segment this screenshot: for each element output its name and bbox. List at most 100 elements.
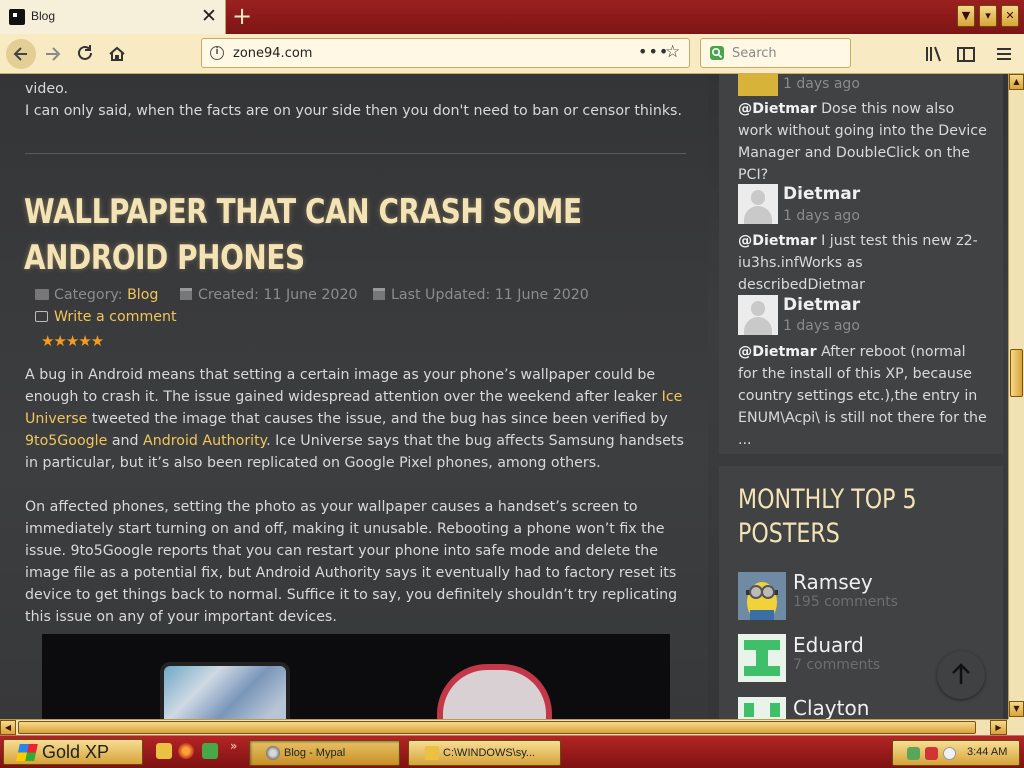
latest-comments-panel: 1 days ago @Dietmar Dose this now also w… [719,74,1003,454]
home-icon [109,46,125,61]
avatar [738,295,778,335]
vertical-scrollbar[interactable]: ▲ ▼ [1008,74,1024,719]
task-label: Blog - Mypal [284,747,346,759]
p1-text-c: and [107,433,144,449]
tab-title: Blog [31,9,56,23]
comment-icon [35,311,48,322]
comment-author[interactable]: Dietmar [783,295,860,315]
poster-name[interactable]: Clayton [793,696,869,719]
poster-name[interactable]: Ramsey [793,570,873,594]
new-tab-button[interactable]: + [229,3,255,29]
phone-image-left [160,662,290,719]
volume-tray-icon[interactable] [943,747,956,760]
poster-count: 7 comments [793,657,881,673]
category-meta: Category: Blog [35,287,158,303]
poster-name[interactable]: Eduard [793,633,864,657]
site-favicon-icon [9,9,25,25]
taskbar: Gold XP » Blog - Mypal C:\WINDOWS\sy... … [0,735,1024,768]
folder-quicklaunch-icon[interactable] [156,743,172,759]
home-button[interactable] [102,39,132,69]
avatar [738,184,778,224]
comment-date: 1 days ago [783,318,860,334]
sidebar: 1 days ago @Dietmar Dose this now also w… [719,74,1003,719]
app-quicklaunch-icon[interactable] [202,743,218,759]
minion-avatar-icon [738,572,786,620]
write-comment-meta: Write a comment [35,309,177,325]
category-link[interactable]: Blog [127,287,158,303]
comment-mention: @Dietmar [738,233,817,249]
start-button[interactable]: Gold XP [3,739,143,765]
created-date: Created: 11 June 2020 [198,287,358,303]
reload-button[interactable] [70,39,100,69]
sidebar-icon [957,47,975,62]
list-all-tabs-button[interactable]: ▼ [957,5,975,27]
calendar-icon [373,288,385,300]
tab-strip: Blog ✕ + ▼ ▾ ✕ [0,0,1024,34]
library-bars-icon [926,46,941,62]
identicon-avatar-icon [738,634,786,682]
vertical-scroll-thumb[interactable] [1010,349,1023,397]
quicklaunch-more[interactable]: » [230,739,237,753]
bookmark-star-icon[interactable]: ☆ [665,42,680,62]
site-info-icon[interactable]: i [210,46,224,60]
rating-stars[interactable]: ★★★★★ [41,332,104,350]
task-blog-mypal[interactable]: Blog - Mypal [249,740,400,766]
arrow-left-icon [13,47,27,61]
search-bar[interactable]: Search [700,38,851,68]
intro-text-line2: I can only said, when the facts are on y… [25,103,682,119]
updated-date: Last Updated: 11 June 2020 [391,287,589,303]
top-posters-title: MONTHLY TOP 5 POSTERS [738,484,917,549]
menu-hamburger-icon[interactable] [993,43,1015,65]
intro-text-line1: video. [25,81,69,97]
phone-image-right [437,664,552,719]
task-windows-folder[interactable]: C:\WINDOWS\sy... [408,740,561,766]
url-input[interactable]: zone94.com [233,46,312,61]
browser-quicklaunch-icon[interactable] [178,743,194,759]
link-9to5google[interactable]: 9to5Google [25,433,107,449]
scroll-up-arrow[interactable]: ▲ [1009,74,1024,90]
horizontal-scrollbar[interactable]: ◀ ▶ [0,719,1008,735]
web-page: video. I can only said, when the facts a… [0,74,1008,719]
article-paragraph-2: On affected phones, setting the photo as… [25,499,678,625]
screen: Blog ✕ + ▼ ▾ ✕ i zone94.com ••• ☆ Search… [0,0,1024,768]
comment-author[interactable]: Dietmar [783,184,860,204]
scroll-right-arrow[interactable]: ▶ [990,720,1007,735]
comment-date: 1 days ago [783,76,860,92]
scroll-to-top-button[interactable] [937,651,985,699]
network-tray-icon[interactable] [907,747,920,760]
sidebar-toggle-icon[interactable] [955,43,977,65]
link-android-authority[interactable]: Android Authority [143,433,266,449]
mypal-icon [266,746,280,760]
horizontal-scroll-thumb[interactable] [18,721,976,734]
category-label: Category: [54,287,123,303]
task-label: C:\WINDOWS\sy... [443,747,536,759]
start-label: Gold XP [42,742,110,762]
forward-button[interactable] [38,39,68,69]
write-comment-link[interactable]: Write a comment [54,309,177,325]
scroll-left-arrow[interactable]: ◀ [0,720,16,735]
article-title[interactable]: WALLPAPER THAT CAN CRASH SOME ANDROID PH… [24,189,680,281]
scroll-down-arrow[interactable]: ▼ [1009,701,1024,717]
poster-count: 195 comments [793,594,898,610]
arrow-right-icon [46,47,61,61]
tab-close-icon[interactable]: ✕ [200,6,218,26]
library-icon[interactable] [923,43,945,65]
minimize-button[interactable]: ▾ [979,5,997,27]
url-bar[interactable]: i zone94.com ••• ☆ [201,38,690,68]
comment-text[interactable]: @Dietmar I just test this new z2-iu3hs.i… [738,230,988,296]
security-tray-icon[interactable] [925,747,938,760]
close-window-button[interactable]: ✕ [1001,5,1019,27]
clock[interactable]: 3:44 AM [967,746,1007,758]
comment-text[interactable]: @Dietmar After reboot (normal for the in… [738,341,988,451]
comment-mention: @Dietmar [738,101,817,117]
back-button[interactable] [6,39,36,69]
comment-text[interactable]: @Dietmar Dose this now also work without… [738,98,988,186]
search-icon [710,46,724,60]
comment-mention: @Dietmar [738,344,817,360]
arrow-up-icon [952,663,970,684]
search-input[interactable]: Search [732,46,777,61]
tab-blog[interactable]: Blog ✕ [0,0,226,34]
folder-icon [425,746,439,760]
windows-logo-icon [16,744,38,761]
comment-date: 1 days ago [783,208,860,224]
